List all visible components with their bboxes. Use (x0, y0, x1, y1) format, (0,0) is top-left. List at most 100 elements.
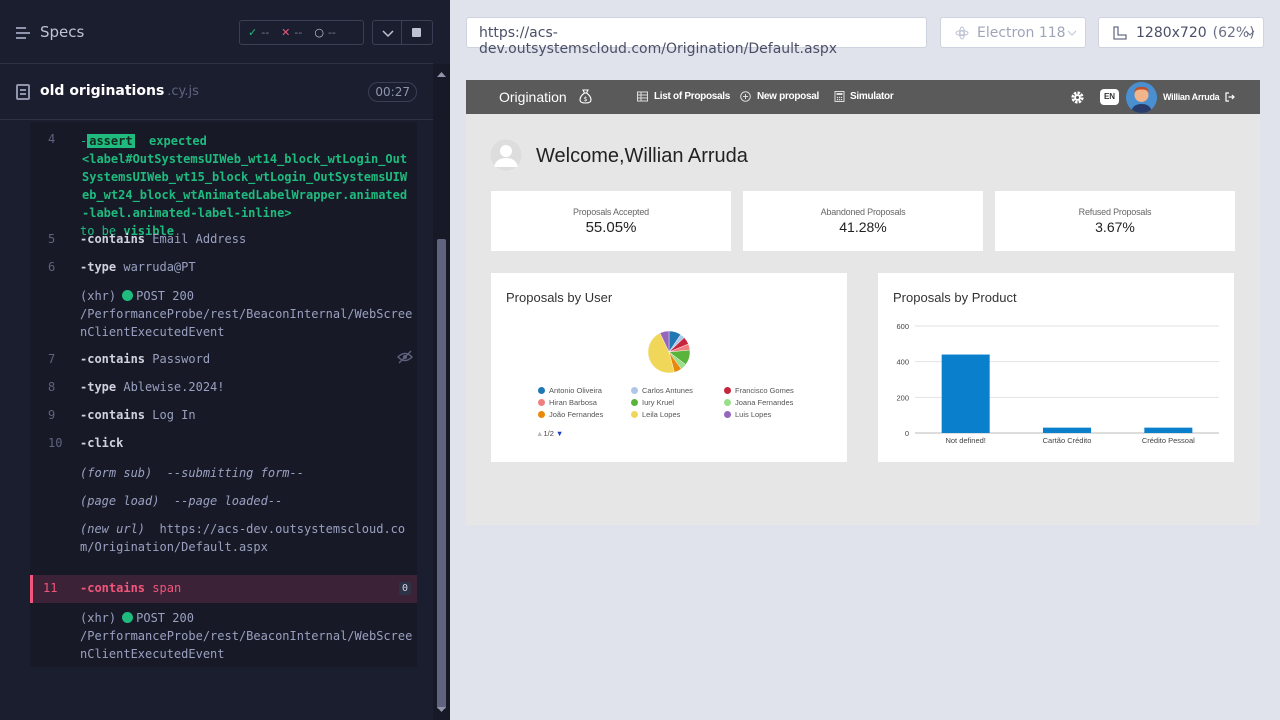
specs-title[interactable]: Specs (40, 23, 84, 41)
pending-icon: ○ (314, 26, 324, 39)
pager-text: 1/2 (543, 429, 554, 438)
test-stats: ✓ -- ✕ -- ○ -- (239, 20, 364, 45)
passed-icon: ✓ (248, 26, 258, 39)
avatar[interactable] (1126, 82, 1157, 113)
legend-item[interactable]: Carlos Antunes (631, 386, 693, 395)
legend-label: Francisco Gomes (735, 386, 794, 395)
page-down-icon[interactable]: ▼ (556, 429, 563, 438)
assert-expected: expected (149, 134, 207, 148)
legend-swatch (724, 399, 731, 406)
command-name: -contains (80, 581, 146, 595)
kpi-label: Abandoned Proposals (820, 207, 906, 217)
legend-item[interactable]: Joana Fernandes (724, 398, 793, 407)
nav-new-proposal[interactable]: New proposal (757, 91, 819, 102)
specs-menu-icon[interactable] (16, 24, 32, 42)
nav-simulator[interactable]: Simulator (850, 91, 894, 102)
chevron-down-icon (382, 30, 394, 38)
y-tick-label: 400 (896, 358, 909, 367)
legend-item[interactable]: Leila Lopes (631, 410, 680, 419)
legend-swatch (538, 399, 545, 406)
legend-label: Antonio Oliveira (549, 386, 602, 395)
command-name: -type (80, 260, 117, 274)
logout-icon[interactable] (1225, 92, 1235, 102)
svg-text:$: $ (584, 96, 588, 103)
command-name: -contains (80, 408, 146, 422)
legend-item[interactable]: Francisco Gomes (724, 386, 794, 395)
electron-icon (955, 26, 969, 40)
bar[interactable] (1144, 427, 1193, 433)
ruler-icon (1113, 26, 1127, 40)
welcome-heading: Welcome,Willian Arruda (536, 145, 748, 167)
nav-list-of-proposals[interactable]: List of Proposals (654, 91, 730, 102)
legend-pager[interactable]: ▲1/2 ▼ (536, 429, 563, 438)
legend-item[interactable]: Antonio Oliveira (538, 386, 602, 395)
legend-label: João Fernandes (549, 410, 604, 419)
legend-swatch (724, 411, 731, 418)
legend-swatch (631, 387, 638, 394)
bar[interactable] (1043, 427, 1091, 433)
eye-slash-icon[interactable] (397, 350, 413, 364)
legend-label: Luis Lopes (735, 410, 772, 419)
browser-selector[interactable]: Electron 118 (940, 17, 1086, 48)
legend-item[interactable]: Iury Kruel (631, 398, 674, 407)
y-tick-label: 600 (896, 322, 909, 331)
y-tick-label: 200 (896, 393, 909, 402)
collapse-button[interactable] (372, 20, 402, 45)
kpi-card-refused: Refused Proposals 3.67% (995, 191, 1235, 251)
kpi-value: 41.28% (839, 219, 887, 235)
line-number: 5 (48, 232, 56, 246)
legend-item[interactable]: João Fernandes (538, 410, 603, 419)
command-arg: span (152, 581, 182, 595)
command-arg: Log In (152, 408, 196, 422)
status-dot-icon (122, 612, 134, 623)
stop-button[interactable] (402, 20, 433, 45)
log-scrollbar[interactable] (433, 64, 450, 720)
line-number: 9 (48, 408, 56, 422)
language-switch[interactable]: EN (1100, 89, 1119, 105)
plus-circle-icon (740, 91, 751, 102)
command-arg: Email Address (152, 232, 247, 246)
assert-badge: assert (87, 134, 135, 148)
xhr-url: /PerformanceProbe/rest/BeaconInternal/We… (80, 629, 413, 661)
line-number: 8 (48, 380, 56, 394)
command-name: -type (80, 380, 117, 394)
browser-name: Electron 118 (977, 25, 1066, 41)
scroll-up-icon[interactable] (433, 68, 450, 80)
failed-icon: ✕ (281, 26, 291, 39)
legend-label: Joana Fernandes (735, 398, 794, 407)
command-name: -click (80, 436, 124, 450)
event-label: (new url) (80, 522, 146, 536)
kpi-card-abandoned: Abandoned Proposals 41.28% (743, 191, 983, 251)
url-bar[interactable]: https://acs-dev.outsystemscloud.com/Orig… (466, 17, 927, 57)
command-arg: Password (152, 352, 211, 366)
legend-item[interactable]: Hiran Barbosa (538, 398, 597, 407)
spec-file-name[interactable]: old originations .cy.js (40, 83, 199, 99)
x-tick-label: Crédito Pessoal (1142, 436, 1195, 445)
legend-swatch (538, 411, 545, 418)
event-label: (form sub) (80, 466, 153, 480)
specs-header: Specs ✓ -- ✕ -- ○ -- (0, 0, 433, 64)
user-avatar-icon (1126, 82, 1157, 113)
legend-item[interactable]: Luis Lopes (724, 410, 771, 419)
command-arg: warruda@PT (123, 260, 196, 274)
viewport-selector[interactable]: 1280x720 (62%) (1098, 17, 1264, 48)
app-under-test: Origination $ List of Proposals New prop… (466, 80, 1260, 525)
log-row-11[interactable]: 11 -contains span 0 (30, 575, 417, 603)
scrollbar-thumb[interactable] (437, 239, 446, 709)
user-name[interactable]: Willian Arruda (1163, 92, 1220, 102)
command-name: -contains (80, 352, 146, 366)
kpi-label: Proposals Accepted (573, 207, 649, 217)
user-placeholder-icon (490, 139, 522, 171)
legend-swatch (631, 411, 638, 418)
xhr-method: POST 200 (136, 289, 194, 303)
bar[interactable] (941, 354, 990, 433)
list-icon (637, 91, 648, 102)
spec-name: old originations (40, 83, 165, 99)
app-title[interactable]: Origination (499, 89, 567, 105)
document-icon (16, 84, 30, 100)
assert-selector: <label#OutSystemsUIWeb_wt14_block_wtLogi… (82, 152, 408, 220)
gear-icon[interactable] (1070, 90, 1085, 105)
scroll-down-icon[interactable] (433, 704, 450, 716)
chevron-down-icon (1067, 30, 1077, 36)
x-tick-label: Not defined! (945, 436, 985, 445)
